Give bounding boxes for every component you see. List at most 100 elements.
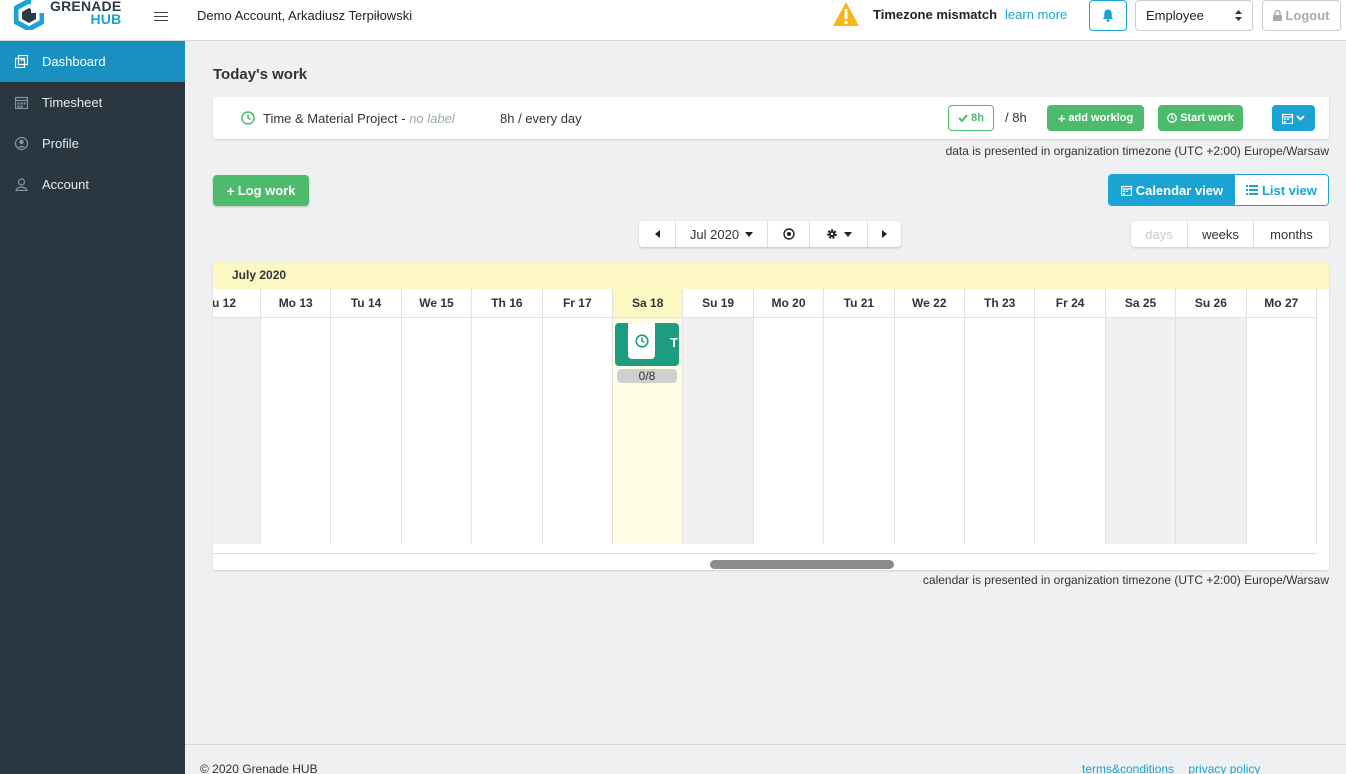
clock-icon [241,111,255,125]
caret-left-icon [654,230,660,238]
logo-text: GRENADE HUB [50,0,121,26]
start-work-button[interactable]: Start work [1158,105,1243,131]
project-schedule: 8h / every day [500,111,582,126]
list-icon [1245,185,1258,195]
day-cell[interactable] [331,318,402,544]
caret-down-icon [843,231,852,237]
log-work-button[interactable]: + Log work [213,175,309,206]
list-view-button[interactable]: List view [1234,175,1328,205]
user-icon [15,178,28,191]
clock-icon [1167,113,1177,123]
total-hours: / 8h [1005,110,1027,125]
page-title: Today's work [213,66,308,83]
notifications-button[interactable] [1089,0,1127,31]
range-days-button[interactable]: days [1131,221,1188,247]
sidebar-item-label: Profile [42,136,79,151]
calendar-event[interactable]: T [615,323,679,366]
sidebar-item-label: Account [42,177,89,192]
day-cell[interactable] [261,318,332,544]
role-select-value: Employee [1146,8,1204,23]
day-cell[interactable] [753,318,825,544]
logout-button[interactable]: Logout [1262,0,1341,31]
logo[interactable]: GRENADE HUB [14,0,121,32]
day-cell[interactable] [824,318,895,544]
scroll-track [213,553,1317,554]
day-cell[interactable] [542,318,613,544]
calendar-icon [1282,113,1293,124]
plus-icon: + [1057,110,1066,126]
day-header: Su 19 [683,289,754,318]
list-view-label: List view [1261,182,1317,198]
sidebar-item-label: Dashboard [42,54,106,69]
day-header: We 15 [401,289,473,318]
day-header: We 22 [894,289,965,318]
event-icon-box [628,323,655,359]
sidebar-item-profile[interactable]: Profile [0,123,185,164]
caret-down-icon [745,231,754,237]
add-worklog-label: add worklog [1068,112,1134,124]
day-cell[interactable] [401,318,473,544]
calendar-scroll-area [213,544,1329,570]
learn-more-link[interactable]: learn more [1005,7,1067,22]
calendar-view-button[interactable]: Calendar view [1109,175,1235,205]
day-header: Th 23 [965,289,1036,318]
calendar-grid: July 2020 Su 12Mo 13Tu 14We 15Th 16Fr 17… [213,262,1329,570]
sidebar-item-account[interactable]: Account [0,164,185,205]
event-title: T [670,335,678,350]
day-cell[interactable] [472,318,543,544]
day-cell[interactable] [1105,318,1177,544]
privacy-link[interactable]: privacy policy [1188,762,1260,774]
project-name: Time & Material Project - no label [263,111,455,126]
calendar-dropdown-button[interactable] [1272,105,1315,131]
day-cell[interactable] [1035,318,1106,544]
range-toggle: days weeks months [1131,221,1329,247]
calendar-navigation: Jul 2020 [639,221,901,247]
log-work-label: Log work [237,183,296,198]
calendar-icon [1120,185,1132,196]
grenade-logo-icon [14,0,44,30]
calendar-settings-button[interactable] [810,221,868,247]
today-work-card: Time & Material Project - no label 8h / … [213,97,1329,139]
sidebar: Dashboard Timesheet Profile Account [0,41,185,774]
range-months-button[interactable]: months [1254,221,1329,247]
add-worklog-button[interactable]: + add worklog [1047,105,1144,131]
view-toggle: Calendar view List view [1108,174,1329,206]
calendar-timezone-note: calendar is presented in organization ti… [922,573,1329,587]
project-label: no label [409,111,455,126]
day-cell[interactable] [1176,318,1247,544]
day-cell[interactable] [213,318,261,544]
clock-icon [634,334,649,348]
day-cell[interactable] [965,318,1036,544]
main-content: Today's work Time & Material Project - n… [185,41,1346,744]
sidebar-item-label: Timesheet [42,95,103,110]
next-period-button[interactable] [868,221,901,247]
prev-period-button[interactable] [639,221,676,247]
day-header: Fr 17 [542,289,613,318]
day-cell[interactable] [894,318,965,544]
start-work-label: Start work [1180,112,1234,124]
event-progress: 0/8 [617,369,677,383]
timezone-warning: Timezone mismatch learn more [832,1,1067,27]
day-cell[interactable] [1246,318,1317,544]
sidebar-item-dashboard[interactable]: Dashboard [0,41,185,82]
role-select[interactable]: Employee [1135,0,1253,31]
bell-icon [1102,9,1114,22]
month-selector[interactable]: Jul 2020 [676,221,768,247]
day-header: Mo 27 [1246,289,1317,318]
today-button[interactable] [768,221,810,247]
horizontal-scrollbar[interactable] [710,560,894,569]
day-cell[interactable] [683,318,754,544]
range-weeks-button[interactable]: weeks [1188,221,1254,247]
month-label: July 2020 [232,268,287,282]
logout-label: Logout [1285,8,1330,23]
terms-link[interactable]: terms&conditions [1082,762,1174,774]
lock-icon [1273,10,1283,21]
month-selector-value: Jul 2020 [689,226,740,242]
day-header: Su 12 [213,289,261,318]
timezone-warning-title: Timezone mismatch [873,6,998,22]
day-header: Tu 21 [824,289,895,318]
logged-hours: 8h [971,112,984,124]
sidebar-item-timesheet[interactable]: Timesheet [0,82,185,123]
day-header: Fr 24 [1035,289,1106,318]
menu-toggle-icon[interactable] [154,9,168,23]
